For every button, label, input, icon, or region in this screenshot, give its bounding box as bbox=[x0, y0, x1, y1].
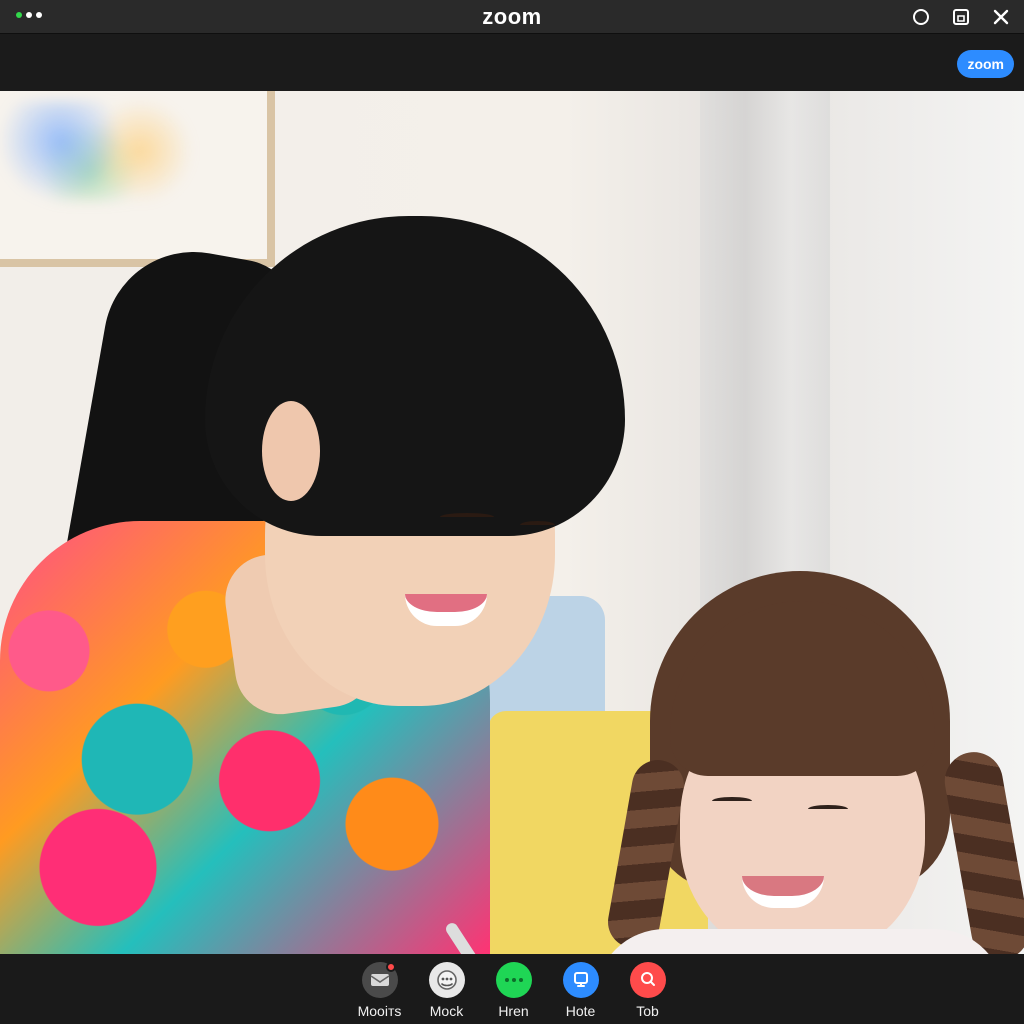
title-bar: zoom bbox=[0, 0, 1024, 33]
mail-icon bbox=[361, 962, 398, 998]
mother-eye bbox=[520, 521, 555, 529]
search-icon bbox=[629, 962, 666, 998]
zoom-badge[interactable]: zoom bbox=[957, 50, 1014, 78]
mother-ear bbox=[262, 401, 320, 501]
more-icon bbox=[495, 962, 532, 998]
meeting-controls: Mooітs Mock Hren Hote Tob bbox=[0, 954, 1024, 1024]
zoom-meeting-window: zoom zoom Mooітs Mock Hren Hote Tob bbox=[0, 0, 1024, 1024]
chat-icon bbox=[428, 962, 465, 998]
control-label: Tob bbox=[636, 1003, 659, 1019]
window-controls bbox=[910, 6, 1012, 28]
control-mooits[interactable]: Mooітs bbox=[356, 962, 403, 1019]
app-title: zoom bbox=[482, 4, 542, 29]
circle-icon[interactable] bbox=[910, 6, 932, 28]
mother-eye bbox=[440, 513, 494, 521]
wall-art bbox=[0, 91, 275, 267]
control-buttons: Mooітs Mock Hren Hote Tob bbox=[356, 962, 671, 1019]
control-tob[interactable]: Tob bbox=[624, 962, 671, 1019]
control-label: Mock bbox=[429, 1003, 464, 1019]
control-hote[interactable]: Hote bbox=[557, 962, 604, 1019]
share-icon bbox=[562, 962, 599, 998]
control-hren[interactable]: Hren bbox=[490, 962, 537, 1019]
control-mock[interactable]: Mock bbox=[423, 962, 470, 1019]
control-label: Hote bbox=[565, 1003, 596, 1019]
control-label: Hren bbox=[498, 1003, 529, 1019]
notification-dot-icon bbox=[385, 962, 396, 972]
screen-icon[interactable] bbox=[950, 6, 972, 28]
close-icon[interactable] bbox=[990, 6, 1012, 28]
girl-eye bbox=[808, 805, 848, 813]
girl-eye bbox=[712, 797, 752, 805]
girl-shirt bbox=[595, 929, 1005, 954]
meeting-header: zoom bbox=[0, 33, 1024, 91]
control-label: Mooітs bbox=[357, 1003, 402, 1019]
video-feed bbox=[0, 91, 1024, 954]
